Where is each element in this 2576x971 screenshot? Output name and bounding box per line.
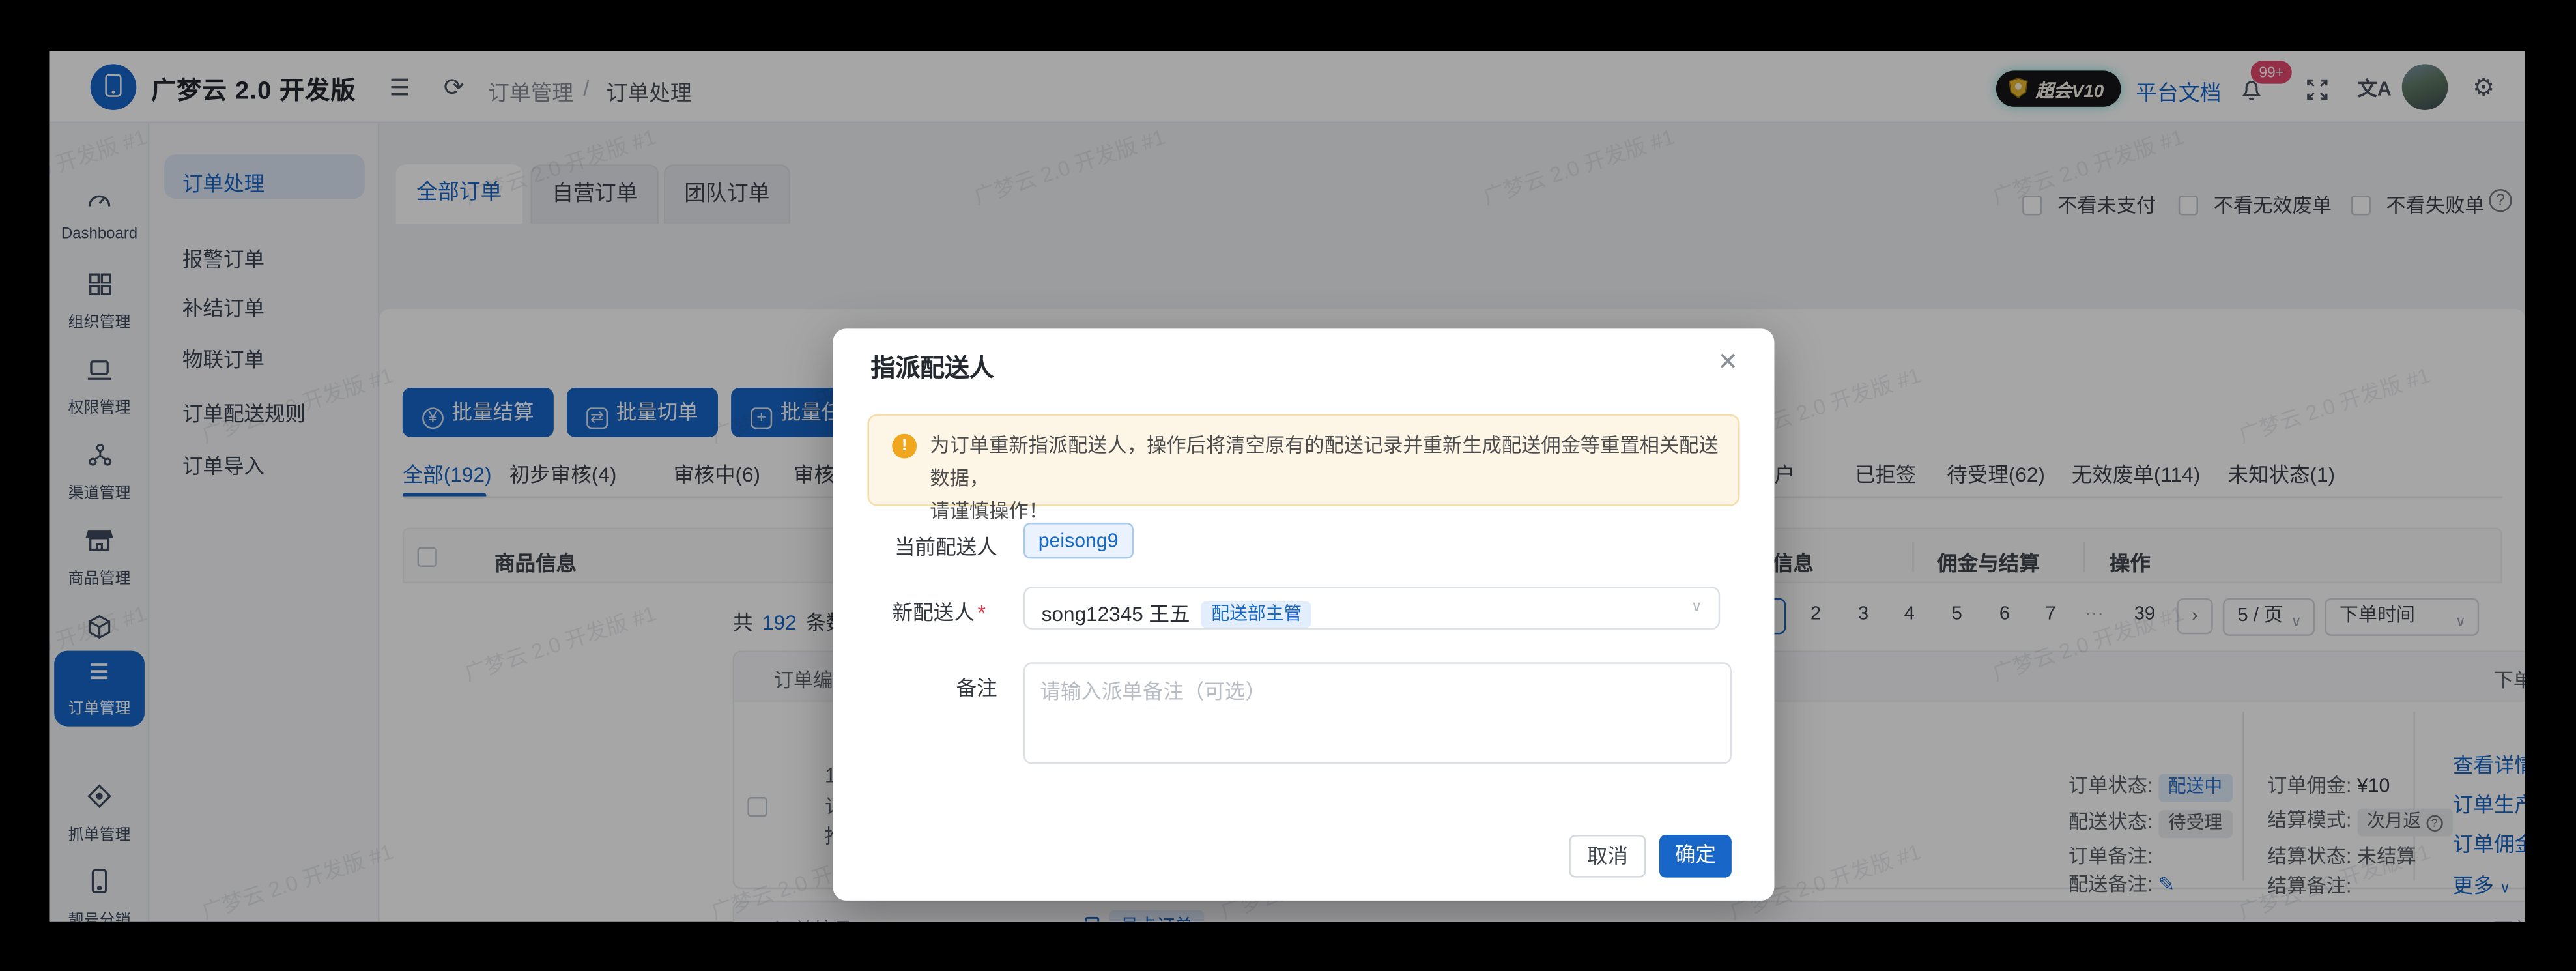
new-deliverer-value: song12345 王五配送部主管 bbox=[1042, 596, 1311, 627]
new-deliverer-select[interactable]: song12345 王五配送部主管 ∨ bbox=[1023, 586, 1720, 629]
new-deliverer-label: 新配送人* bbox=[863, 595, 986, 626]
close-icon[interactable]: ✕ bbox=[1717, 347, 1738, 376]
screen-canvas: 广梦云 2.0 开发版 ☰ ⟳ 订单管理 / 订单处理 超会V10 平台文档 9… bbox=[0, 0, 2576, 971]
warning-alert: ! 为订单重新指派配送人，操作后将清空原有的配送记录并重新生成配送佣金等重置相关… bbox=[867, 414, 1739, 506]
chevron-down-icon: ∨ bbox=[1691, 598, 1702, 616]
current-deliverer-label: 当前配送人 bbox=[874, 529, 997, 560]
app-window: 广梦云 2.0 开发版 ☰ ⟳ 订单管理 / 订单处理 超会V10 平台文档 9… bbox=[50, 50, 2525, 921]
remark-textarea[interactable] bbox=[1023, 661, 1732, 763]
warning-icon: ! bbox=[892, 434, 917, 459]
role-tag: 配送部主管 bbox=[1201, 601, 1311, 627]
cancel-button[interactable]: 取消 bbox=[1569, 835, 1646, 878]
current-deliverer-tag: peisong9 bbox=[1023, 523, 1133, 558]
required-asterisk: * bbox=[978, 601, 986, 624]
confirm-button[interactable]: 确定 bbox=[1659, 835, 1732, 878]
assign-deliverer-modal: 指派配送人 ✕ ! 为订单重新指派配送人，操作后将清空原有的配送记录并重新生成配… bbox=[833, 328, 1775, 901]
modal-title: 指派配送人 bbox=[871, 350, 994, 384]
remark-label: 备注 bbox=[874, 671, 997, 702]
warning-text: 为订单重新指派配送人，操作后将清空原有的配送记录并重新生成配送佣金等重置相关配送… bbox=[930, 429, 1728, 527]
